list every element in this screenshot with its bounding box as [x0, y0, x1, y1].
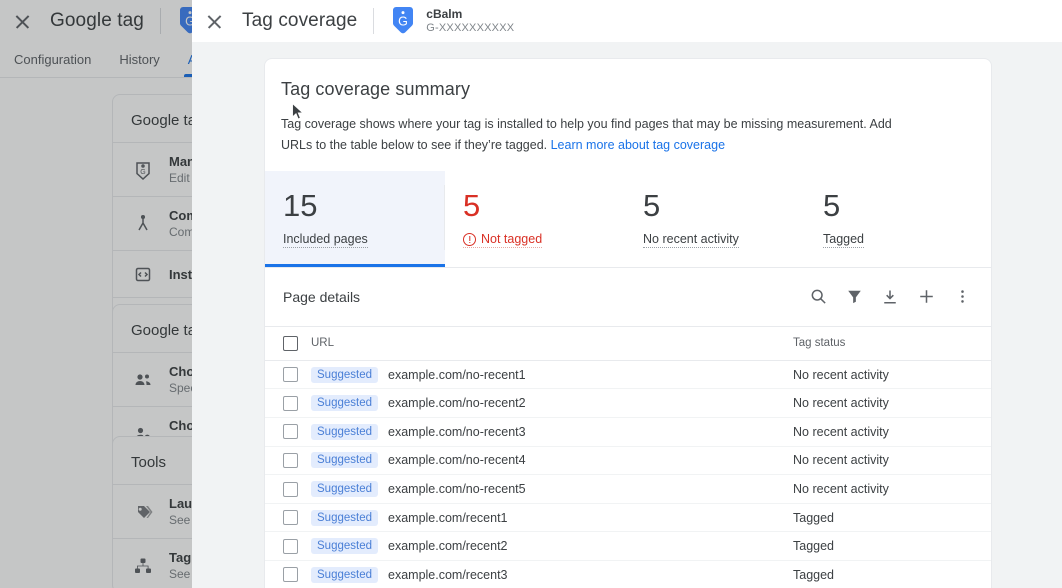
- stat-label: Not tagged: [481, 232, 543, 247]
- row-chip: Suggested: [311, 509, 378, 526]
- stat-value: 15: [283, 188, 318, 224]
- table-header-row: URL Tag status: [265, 325, 991, 361]
- modal-property-id: G-XXXXXXXXXX: [426, 21, 515, 34]
- row-checkbox[interactable]: [283, 367, 298, 383]
- select-all-checkbox[interactable]: [283, 335, 298, 351]
- column-header-tag-status[interactable]: Tag status: [793, 325, 991, 361]
- modal-property-name: cBalm: [426, 6, 463, 21]
- filter-button[interactable]: [839, 282, 869, 312]
- page-details-table: URL Tag status Suggested example.com/no-…: [265, 325, 991, 588]
- row-checkbox[interactable]: [283, 452, 298, 468]
- row-url: example.com/no-recent1: [388, 367, 526, 382]
- row-chip: Suggested: [311, 566, 378, 583]
- table-row[interactable]: Suggested example.com/recent2 Tagged: [265, 531, 991, 561]
- table-row[interactable]: Suggested example.com/no-recent2 No rece…: [265, 388, 991, 419]
- stat-not-tagged[interactable]: 5 Not tagged: [445, 171, 625, 267]
- tag-coverage-modal: Tag coverage G cBalm G-XXXXXXXXXX Tag co…: [192, 0, 1062, 588]
- row-url: example.com/no-recent4: [388, 453, 526, 468]
- row-status: No recent activity: [793, 360, 991, 390]
- table-row[interactable]: Suggested example.com/no-recent5 No rece…: [265, 474, 991, 504]
- svg-text:G: G: [398, 15, 408, 29]
- page-details-title: Page details: [283, 288, 361, 305]
- stat-value: 5: [823, 188, 841, 224]
- add-button[interactable]: [911, 282, 941, 312]
- modal-close-button[interactable]: [194, 1, 234, 41]
- summary-header: Tag coverage summary Tag coverage shows …: [265, 59, 991, 155]
- warning-icon: [463, 232, 476, 246]
- stat-value: 5: [463, 188, 481, 224]
- row-checkbox[interactable]: [283, 481, 298, 497]
- stat-label: Included pages: [283, 232, 368, 247]
- stat-included-pages[interactable]: 15 Included pages: [265, 171, 445, 267]
- row-chip: Suggested: [311, 452, 378, 469]
- row-checkbox[interactable]: [283, 567, 298, 583]
- stat-tagged[interactable]: 5 Tagged: [805, 171, 985, 267]
- more-options-icon: [960, 290, 964, 304]
- stat-label: No recent activity: [643, 232, 739, 247]
- row-url: example.com/recent2: [388, 539, 508, 554]
- add-icon: [919, 290, 933, 304]
- column-header-url[interactable]: URL: [311, 325, 793, 361]
- table-body: Suggested example.com/no-recent1 No rece…: [265, 360, 991, 588]
- row-status: No recent activity: [793, 474, 991, 504]
- modal-body: Tag coverage summary Tag coverage shows …: [192, 42, 1062, 588]
- row-url: example.com/no-recent2: [388, 396, 526, 411]
- search-button[interactable]: [803, 282, 833, 312]
- row-checkbox[interactable]: [283, 424, 298, 440]
- select-all-header: [265, 325, 311, 361]
- summary-description: Tag coverage shows where your tag is ins…: [281, 114, 921, 155]
- row-url: example.com/recent1: [388, 510, 508, 525]
- page-details-toolbar: Page details: [265, 268, 991, 326]
- divider: [373, 8, 375, 34]
- table-row[interactable]: Suggested example.com/recent3 Tagged: [265, 560, 991, 588]
- stat-no-recent-activity[interactable]: 5 No recent activity: [625, 171, 805, 267]
- stat-value: 5: [643, 188, 661, 224]
- download-button[interactable]: [875, 282, 905, 312]
- row-chip: Suggested: [311, 538, 378, 555]
- modal-header: Tag coverage G cBalm G-XXXXXXXXXX: [192, 0, 1062, 42]
- row-status: No recent activity: [793, 417, 991, 447]
- row-chip: Suggested: [311, 423, 378, 440]
- row-url: example.com/no-recent3: [388, 424, 526, 439]
- filter-icon: [847, 291, 861, 304]
- stat-label: Tagged: [823, 232, 865, 247]
- learn-more-link[interactable]: Learn more about tag coverage: [551, 138, 725, 152]
- table-row[interactable]: Suggested example.com/recent1 Tagged: [265, 503, 991, 533]
- more-options-button[interactable]: [947, 282, 977, 312]
- row-status: No recent activity: [793, 388, 991, 419]
- close-icon: [206, 13, 223, 30]
- google-tag-logo-icon: G: [390, 6, 416, 36]
- summary-stat-tabs: 15 Included pages 5 Not tagged 5 No rece…: [265, 171, 991, 268]
- row-chip: Suggested: [311, 395, 378, 412]
- row-url: example.com/recent3: [388, 567, 508, 582]
- screen: Google tag G cBalm G-XXXXXXXXXX Configur…: [0, 0, 1062, 588]
- row-checkbox[interactable]: [283, 538, 298, 554]
- summary-heading: Tag coverage summary: [281, 79, 471, 99]
- row-status: Tagged: [793, 560, 991, 588]
- row-url: example.com/no-recent5: [388, 482, 526, 497]
- modal-property: cBalm G-XXXXXXXXXX: [426, 6, 515, 34]
- row-chip: Suggested: [311, 481, 378, 498]
- row-checkbox[interactable]: [283, 510, 298, 526]
- modal-title: Tag coverage: [242, 10, 358, 31]
- search-icon: [811, 289, 826, 305]
- table-row[interactable]: Suggested example.com/no-recent3 No rece…: [265, 417, 991, 447]
- row-status: No recent activity: [793, 446, 991, 476]
- download-icon: [884, 290, 896, 304]
- table-row[interactable]: Suggested example.com/no-recent1 No rece…: [265, 360, 991, 390]
- table-row[interactable]: Suggested example.com/no-recent4 No rece…: [265, 446, 991, 476]
- row-status: Tagged: [793, 531, 991, 561]
- row-checkbox[interactable]: [283, 395, 298, 411]
- tag-coverage-summary-card: Tag coverage summary Tag coverage shows …: [264, 58, 992, 588]
- row-status: Tagged: [793, 503, 991, 533]
- row-chip: Suggested: [311, 366, 378, 383]
